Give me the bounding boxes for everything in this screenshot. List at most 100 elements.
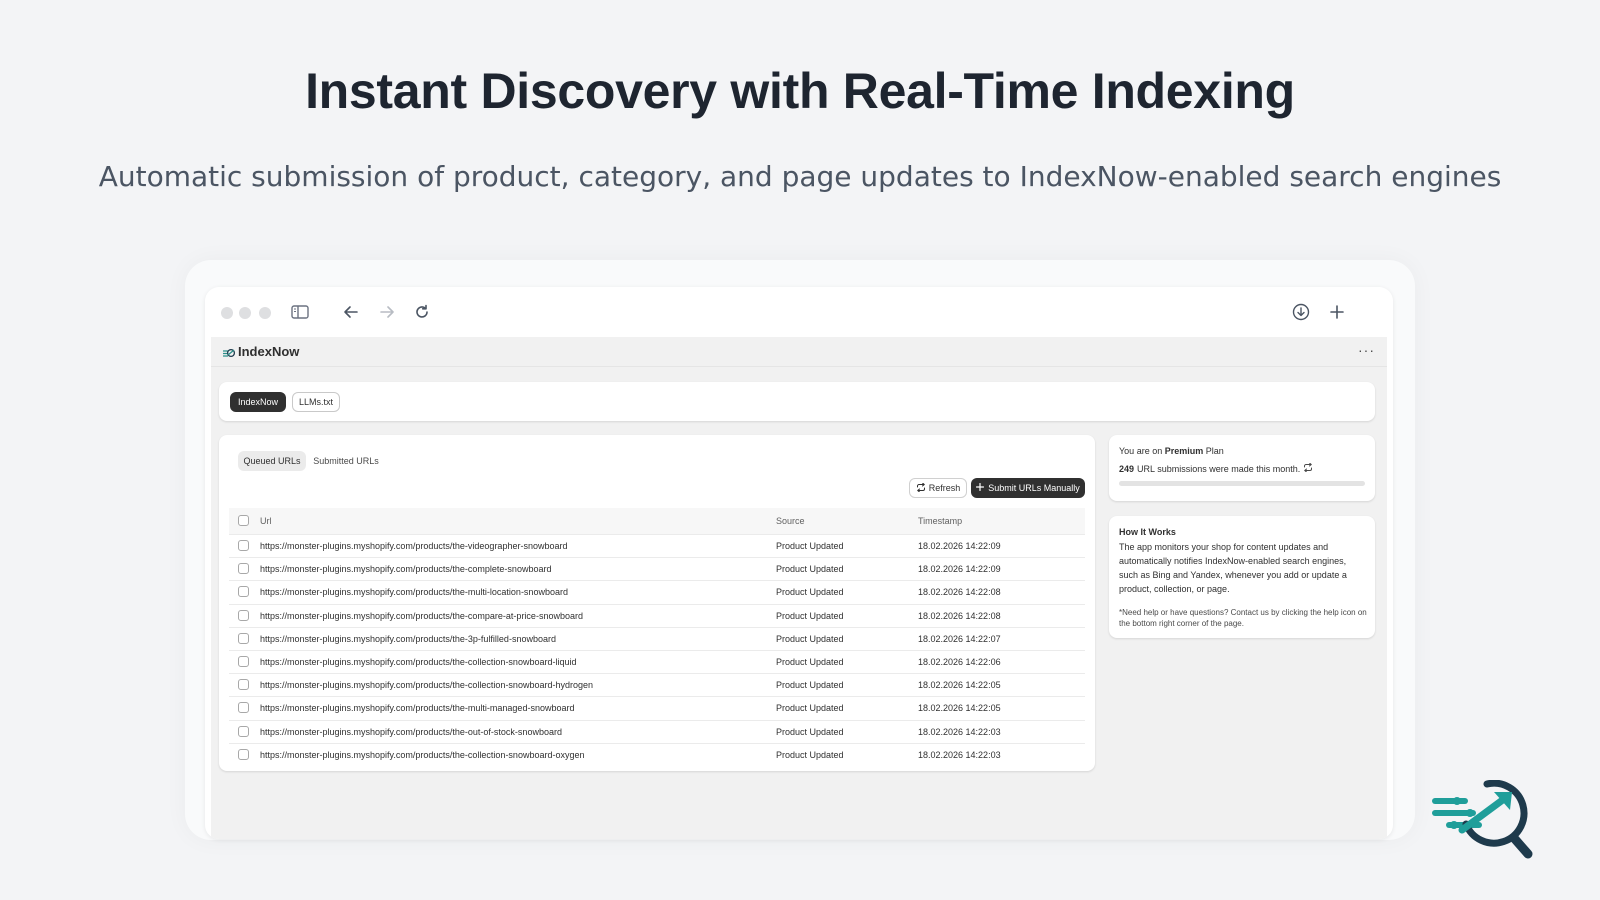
row-url: https://monster-plugins.myshopify.com/pr… bbox=[260, 703, 575, 714]
tab-indexnow[interactable]: IndexNow bbox=[230, 392, 286, 412]
row-source: Product Updated bbox=[776, 541, 844, 552]
row-source: Product Updated bbox=[776, 726, 844, 737]
how-it-works-body: The app monitors your shop for content u… bbox=[1119, 542, 1347, 594]
column-header-timestamp[interactable]: Timestamp bbox=[918, 516, 962, 526]
table-row[interactable]: https://monster-plugins.myshopify.com/pr… bbox=[229, 696, 1085, 719]
submit-urls-label: Submit URLs Manually bbox=[988, 483, 1080, 493]
how-it-works-card: How It Works The app monitors your shop … bbox=[1109, 516, 1375, 638]
browser-window: IndexNow ··· IndexNow LLMs.txt Queued UR… bbox=[205, 287, 1393, 839]
window-maximize-dot[interactable] bbox=[259, 307, 271, 319]
row-checkbox[interactable] bbox=[238, 609, 249, 621]
row-timestamp: 18.02.2026 14:22:03 bbox=[918, 726, 1001, 737]
row-source: Product Updated bbox=[776, 633, 844, 644]
window-close-dot[interactable] bbox=[221, 307, 233, 319]
row-checkbox[interactable] bbox=[238, 702, 249, 714]
urls-table: Url Source Timestamp https://monster-plu… bbox=[229, 508, 1085, 766]
queued-urls-card: Queued URLs Submitted URLs Refresh Submi… bbox=[219, 435, 1095, 771]
row-url: https://monster-plugins.myshopify.com/pr… bbox=[260, 726, 562, 737]
usage-progress-bar bbox=[1119, 481, 1365, 486]
window-minimize-dot[interactable] bbox=[239, 307, 251, 319]
hero-title: Instant Discovery with Real-Time Indexin… bbox=[305, 63, 1295, 119]
segment-submitted-urls[interactable]: Submitted URLs bbox=[311, 451, 381, 471]
help-note: *Need help or have questions? Contact us… bbox=[1119, 608, 1367, 628]
row-checkbox[interactable] bbox=[238, 586, 249, 598]
table-header-row: Url Source Timestamp bbox=[229, 508, 1085, 534]
plan-prefix: You are on bbox=[1119, 446, 1163, 456]
column-header-url[interactable]: Url bbox=[260, 516, 272, 526]
new-tab-plus-icon[interactable] bbox=[1325, 300, 1349, 324]
row-source: Product Updated bbox=[776, 657, 844, 668]
refresh-label: Refresh bbox=[928, 483, 961, 493]
table-row[interactable]: https://monster-plugins.myshopify.com/pr… bbox=[229, 534, 1085, 557]
table-row[interactable]: https://monster-plugins.myshopify.com/pr… bbox=[229, 673, 1085, 696]
how-it-works-title: How It Works bbox=[1119, 527, 1176, 537]
row-source: Product Updated bbox=[776, 610, 844, 621]
submission-count-text: URL submissions were made this month. bbox=[1137, 463, 1301, 474]
row-checkbox[interactable] bbox=[238, 632, 249, 644]
select-all-checkbox[interactable] bbox=[238, 515, 249, 526]
row-timestamp: 18.02.2026 14:22:03 bbox=[918, 749, 1001, 760]
row-url: https://monster-plugins.myshopify.com/pr… bbox=[260, 680, 593, 691]
row-url: https://monster-plugins.myshopify.com/pr… bbox=[260, 633, 556, 644]
row-checkbox[interactable] bbox=[238, 563, 249, 575]
plan-suffix: Plan bbox=[1205, 446, 1224, 456]
brand-logo-icon bbox=[1432, 779, 1542, 860]
app-tabs-card: IndexNow LLMs.txt bbox=[219, 382, 1375, 421]
table-row[interactable]: https://monster-plugins.myshopify.com/pr… bbox=[229, 742, 1085, 766]
row-timestamp: 18.02.2026 14:22:06 bbox=[918, 657, 1001, 668]
row-timestamp: 18.02.2026 14:22:09 bbox=[918, 541, 1001, 552]
row-url: https://monster-plugins.myshopify.com/pr… bbox=[260, 541, 568, 552]
row-checkbox[interactable] bbox=[238, 656, 249, 668]
plan-status: You are on Premium Plan bbox=[1119, 446, 1224, 456]
back-arrow-icon[interactable] bbox=[339, 300, 363, 324]
table-row[interactable]: https://monster-plugins.myshopify.com/pr… bbox=[229, 580, 1085, 603]
browser-toolbar bbox=[205, 287, 1393, 337]
row-url: https://monster-plugins.myshopify.com/pr… bbox=[260, 749, 585, 760]
table-row[interactable]: https://monster-plugins.myshopify.com/pr… bbox=[229, 626, 1085, 650]
table-row[interactable]: https://monster-plugins.myshopify.com/pr… bbox=[229, 719, 1085, 743]
row-source: Product Updated bbox=[776, 680, 844, 691]
submission-count: 249 URL submissions were made this month… bbox=[1119, 462, 1313, 474]
download-icon[interactable] bbox=[1289, 300, 1313, 324]
plus-icon bbox=[976, 482, 985, 493]
submit-urls-manually-button[interactable]: Submit URLs Manually bbox=[971, 478, 1085, 498]
app-name: IndexNow bbox=[238, 344, 300, 359]
refresh-button[interactable]: Refresh bbox=[909, 478, 967, 498]
row-url: https://monster-plugins.myshopify.com/pr… bbox=[260, 657, 577, 668]
segment-queued-urls[interactable]: Queued URLs bbox=[238, 451, 306, 471]
indexnow-logo-icon bbox=[222, 346, 236, 358]
submission-count-value: 249 bbox=[1119, 463, 1135, 474]
row-url: https://monster-plugins.myshopify.com/pr… bbox=[260, 610, 583, 621]
tab-llms-txt[interactable]: LLMs.txt bbox=[292, 392, 340, 412]
row-timestamp: 18.02.2026 14:22:05 bbox=[918, 703, 1001, 714]
hero-subtitle: Automatic submission of product, categor… bbox=[98, 160, 1502, 193]
row-timestamp: 18.02.2026 14:22:05 bbox=[918, 680, 1001, 691]
table-row[interactable]: https://monster-plugins.myshopify.com/pr… bbox=[229, 649, 1085, 673]
column-header-source[interactable]: Source bbox=[776, 516, 805, 526]
row-timestamp: 18.02.2026 14:22:08 bbox=[918, 610, 1001, 621]
row-checkbox[interactable] bbox=[238, 725, 249, 737]
more-options-icon[interactable]: ··· bbox=[1358, 342, 1375, 358]
app-header: IndexNow ··· bbox=[211, 337, 1387, 367]
row-source: Product Updated bbox=[776, 587, 844, 598]
row-source: Product Updated bbox=[776, 749, 844, 760]
refresh-icon bbox=[916, 482, 926, 494]
row-checkbox[interactable] bbox=[238, 679, 249, 691]
sync-icon[interactable] bbox=[1303, 462, 1313, 474]
forward-arrow-icon[interactable] bbox=[375, 300, 399, 324]
table-row[interactable]: https://monster-plugins.myshopify.com/pr… bbox=[229, 557, 1085, 580]
row-timestamp: 18.02.2026 14:22:09 bbox=[918, 564, 1001, 575]
row-timestamp: 18.02.2026 14:22:07 bbox=[918, 633, 1001, 644]
row-source: Product Updated bbox=[776, 564, 844, 575]
row-source: Product Updated bbox=[776, 703, 844, 714]
row-checkbox[interactable] bbox=[238, 540, 249, 552]
plan-name: Premium bbox=[1164, 446, 1204, 456]
row-url: https://monster-plugins.myshopify.com/pr… bbox=[260, 587, 568, 598]
plan-card: You are on Premium Plan 249 URL submissi… bbox=[1109, 435, 1375, 501]
row-checkbox[interactable] bbox=[238, 748, 249, 760]
table-row[interactable]: https://monster-plugins.myshopify.com/pr… bbox=[229, 603, 1085, 627]
reload-icon[interactable] bbox=[410, 300, 434, 324]
app-area: IndexNow ··· IndexNow LLMs.txt Queued UR… bbox=[211, 337, 1387, 839]
sidebar-icon[interactable] bbox=[288, 300, 312, 324]
row-url: https://monster-plugins.myshopify.com/pr… bbox=[260, 564, 552, 575]
